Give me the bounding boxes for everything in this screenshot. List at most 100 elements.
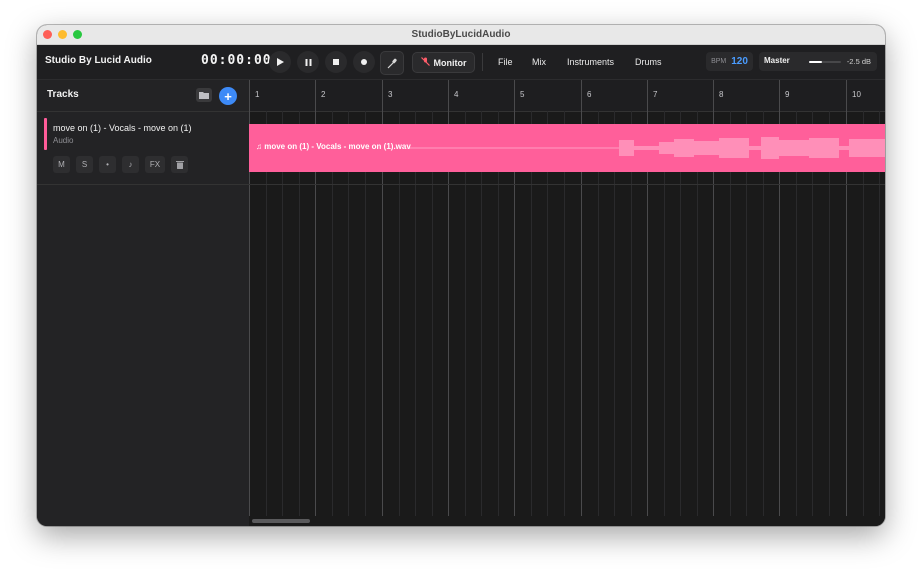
track-name: move on (1) - Vocals - move on (1) <box>53 123 192 133</box>
microphone-button[interactable] <box>380 51 404 75</box>
solo-button[interactable]: S <box>76 156 93 173</box>
bar-number: 1 <box>255 90 260 99</box>
monitor-button[interactable]: Monitor <box>412 52 475 73</box>
master-volume-slider[interactable] <box>809 61 841 63</box>
bar-number: 10 <box>852 90 861 99</box>
beat-line <box>547 111 548 526</box>
stop-button[interactable] <box>325 51 347 73</box>
delete-track-button[interactable] <box>171 156 188 173</box>
beat-line <box>365 111 366 526</box>
beat-line <box>432 111 433 526</box>
beat-line <box>730 111 731 526</box>
window-title: StudioByLucidAudio <box>411 29 511 40</box>
arrangement-timeline[interactable]: 1 2 3 4 5 6 7 8 9 10 ♫ move on (1) - Vocals - mov… <box>249 80 885 526</box>
master-volume-fill <box>809 61 822 63</box>
trash-icon <box>175 161 184 169</box>
beat-line <box>299 111 300 526</box>
tracks-sidebar: Tracks + move on (1) - Vocals - move on … <box>37 80 250 526</box>
track-type: Audio <box>53 136 74 145</box>
timecode-display: 00:00:00 <box>201 53 272 68</box>
music-note-icon: ♫ <box>256 142 262 151</box>
zoom-window-button[interactable] <box>73 30 82 39</box>
add-track-button[interactable]: + <box>219 87 237 105</box>
app-window: StudioByLucidAudio Studio By Lucid Audio… <box>37 25 885 526</box>
bar-number: 5 <box>520 90 525 99</box>
play-icon <box>277 58 284 66</box>
toolbar: Studio By Lucid Audio 00:00:00 Monitor F… <box>37 45 885 80</box>
track-row-divider <box>249 184 885 185</box>
beat-line <box>332 111 333 526</box>
clip-label: ♫ move on (1) - Vocals - move on (1).wav <box>256 142 411 151</box>
master-db-readout: -2.5 dB <box>846 57 871 66</box>
horizontal-scrollbar[interactable] <box>249 516 885 526</box>
plus-icon: + <box>224 88 232 104</box>
menu-instruments[interactable]: Instruments <box>567 57 614 67</box>
beat-line <box>829 111 830 526</box>
pause-button[interactable] <box>297 51 319 73</box>
open-folder-button[interactable] <box>196 88 212 102</box>
audio-clip[interactable]: ♫ move on (1) - Vocals - move on (1).wav <box>249 124 885 172</box>
track-row[interactable]: move on (1) - Vocals - move on (1) Audio… <box>37 112 249 185</box>
bar-number: 3 <box>388 90 393 99</box>
menu-drums[interactable]: Drums <box>635 57 662 67</box>
bar-number: 9 <box>785 90 790 99</box>
beat-line <box>812 111 813 526</box>
record-button[interactable] <box>353 51 375 73</box>
beat-line <box>631 111 632 526</box>
beat-line <box>348 111 349 526</box>
bar-ruler[interactable]: 1 2 3 4 5 6 7 8 9 10 <box>249 80 885 112</box>
monitor-label: Monitor <box>433 57 467 68</box>
bpm-label: BPM <box>711 58 727 65</box>
record-icon <box>361 59 367 65</box>
microphone-off-icon <box>420 57 430 68</box>
clip-name: move on (1) - Vocals - move on (1).wav <box>264 142 411 151</box>
master-label: Master <box>764 56 790 65</box>
beat-line <box>564 111 565 526</box>
fx-button[interactable]: FX <box>145 156 165 173</box>
minimize-window-button[interactable] <box>58 30 67 39</box>
beat-line <box>863 111 864 526</box>
beat-line <box>697 111 698 526</box>
beat-line <box>763 111 764 526</box>
tracks-header: Tracks + <box>37 80 249 112</box>
title-bar: StudioByLucidAudio <box>37 25 885 45</box>
track-color-bar <box>44 118 47 150</box>
beat-line <box>465 111 466 526</box>
beat-line <box>266 111 267 526</box>
bpm-value[interactable]: 120 <box>731 56 748 67</box>
mute-button[interactable]: M <box>53 156 70 173</box>
beat-line <box>498 111 499 526</box>
beat-line <box>879 111 880 526</box>
close-window-button[interactable] <box>43 30 52 39</box>
beat-line <box>415 111 416 526</box>
bar-number: 4 <box>454 90 459 99</box>
beat-line <box>796 111 797 526</box>
toolbar-divider <box>482 53 483 71</box>
master-volume-control: Master -2.5 dB <box>759 52 877 71</box>
bpm-control[interactable]: BPM 120 <box>706 52 753 71</box>
instrument-button[interactable]: ♪ <box>122 156 139 173</box>
bar-number: 8 <box>719 90 724 99</box>
bar-number: 2 <box>321 90 326 99</box>
beat-line <box>399 111 400 526</box>
bar-number: 6 <box>587 90 592 99</box>
play-button[interactable] <box>269 51 291 73</box>
tracks-title: Tracks <box>47 89 79 100</box>
bar-number: 7 <box>653 90 658 99</box>
beat-line <box>746 111 747 526</box>
beat-line <box>282 111 283 526</box>
menu-mix[interactable]: Mix <box>532 57 546 67</box>
horizontal-scroll-thumb[interactable] <box>252 519 310 523</box>
folder-icon <box>199 92 209 99</box>
beat-line <box>664 111 665 526</box>
beat-line <box>598 111 599 526</box>
beat-line <box>481 111 482 526</box>
stop-icon <box>333 59 339 65</box>
record-arm-button[interactable]: • <box>99 156 116 173</box>
beat-line <box>680 111 681 526</box>
beat-line <box>531 111 532 526</box>
pause-icon <box>305 58 311 66</box>
menu-file[interactable]: File <box>498 57 513 67</box>
app-name: Studio By Lucid Audio <box>45 55 152 66</box>
traffic-lights <box>43 30 82 39</box>
